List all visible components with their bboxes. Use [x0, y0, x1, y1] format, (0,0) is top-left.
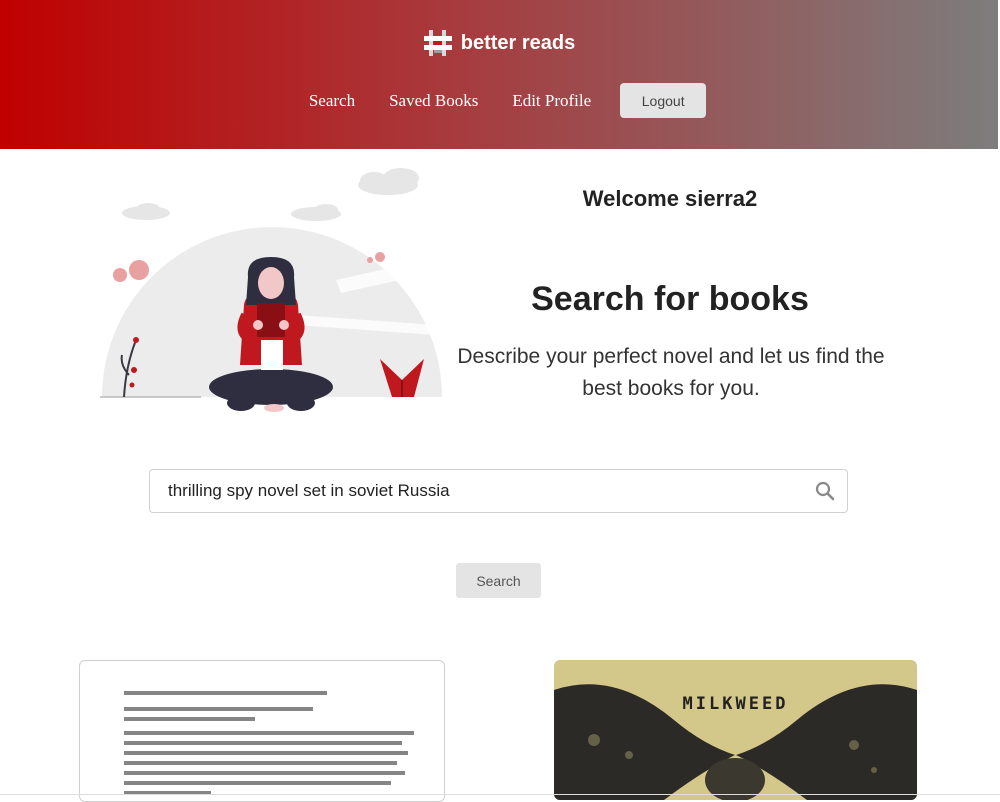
page-subtitle: Describe your perfect novel and let us f… [457, 345, 885, 400]
book-result-card[interactable]: MILKWEED [554, 660, 917, 800]
search-input[interactable] [150, 470, 808, 512]
welcome-message: Welcome sierra2 [582, 186, 758, 211]
search-icon[interactable] [815, 481, 835, 501]
search-box [149, 469, 848, 513]
book-cover-copyright-page [124, 691, 414, 801]
book-cover-title: MILKWEED [682, 694, 789, 714]
book-result-card[interactable] [79, 660, 445, 802]
nav-search[interactable]: Search [309, 91, 355, 111]
nav-saved-books[interactable]: Saved Books [389, 91, 478, 111]
top-header: better reads Search Saved Books Edit Pro… [0, 0, 998, 149]
nav-edit-profile[interactable]: Edit Profile [512, 91, 591, 111]
brand-name: better reads [460, 31, 576, 54]
reading-woman-illustration [100, 168, 442, 412]
page-title: Search for books [531, 280, 809, 318]
logout-button[interactable]: Logout [620, 83, 707, 118]
main-nav: Search Saved Books Edit Profile Logout [0, 83, 998, 118]
book-cover-art [554, 684, 917, 800]
brand[interactable]: better reads [0, 28, 998, 58]
search-button[interactable]: Search [456, 563, 541, 598]
brand-logo-icon [423, 30, 452, 56]
